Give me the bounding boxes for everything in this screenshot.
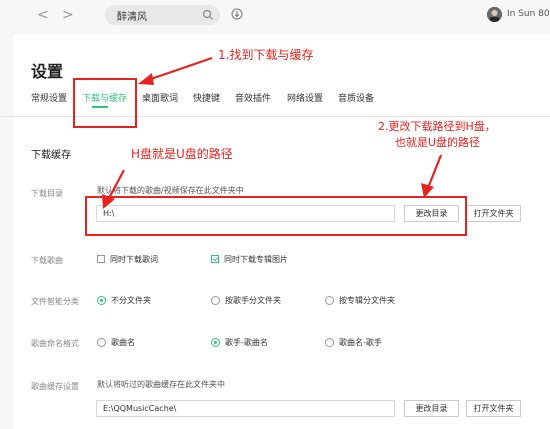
arrow-to-hdisk-head-icon: [102, 194, 115, 209]
arrow-to-hdisk-line: [107, 169, 125, 201]
arrow-to-tab-head-icon: [138, 73, 154, 85]
annotation-arrows: [102, 56, 443, 209]
arrow-to-path-head-icon: [421, 183, 434, 198]
arrow-to-tab-line: [147, 56, 213, 82]
arrow-to-path-line: [426, 154, 443, 189]
window: < > 醉清风 In Sun 80 设置 常规设置 下载与缓存 桌面歌词 快捷键…: [0, 0, 550, 429]
